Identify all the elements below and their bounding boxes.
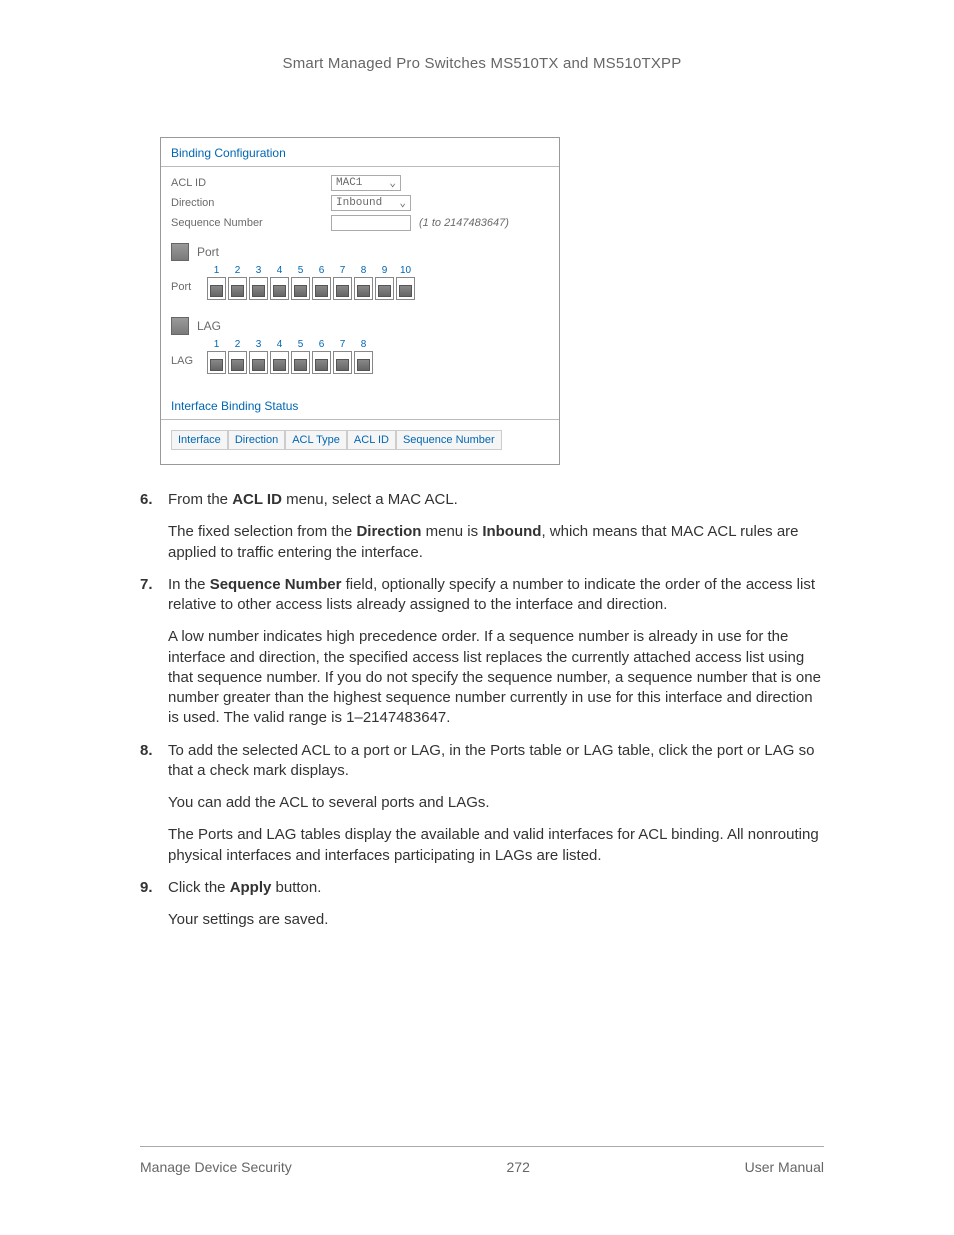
col-interface: Interface xyxy=(171,430,228,450)
status-title: Interface Binding Status xyxy=(161,391,559,417)
port-num: 5 xyxy=(290,265,311,276)
acl-id-select[interactable]: MAC1 ⌄ xyxy=(331,175,401,191)
seq-label: Sequence Number xyxy=(171,217,331,229)
step-9: 9. Click the Apply button. Your settings… xyxy=(140,878,824,931)
port-checkbox[interactable] xyxy=(270,277,289,300)
port-num: 3 xyxy=(248,265,269,276)
text: A low number indicates high precedence o… xyxy=(168,627,824,728)
lag-group-label: LAG xyxy=(197,319,221,333)
footer-page-number: 272 xyxy=(507,1159,530,1175)
acl-id-value: MAC1 xyxy=(336,177,362,189)
text-bold: Sequence Number xyxy=(210,576,342,593)
lag-group-header: LAG xyxy=(161,307,559,337)
port-checkbox[interactable] xyxy=(228,277,247,300)
port-checkbox[interactable] xyxy=(333,277,352,300)
text: From the xyxy=(168,491,232,508)
port-num: 1 xyxy=(206,265,227,276)
fig-title: Binding Configuration xyxy=(161,138,559,164)
port-checkbox[interactable] xyxy=(375,277,394,300)
text-bold: Apply xyxy=(230,879,272,896)
direction-select[interactable]: Inbound ⌄ xyxy=(331,195,411,211)
port-checkbox[interactable] xyxy=(291,277,310,300)
lag-num: 4 xyxy=(269,339,290,350)
lag-row-label: LAG xyxy=(171,350,206,367)
lag-num: 8 xyxy=(353,339,374,350)
text: The fixed selection from the xyxy=(168,523,356,540)
lag-checkbox[interactable] xyxy=(291,351,310,374)
step-number: 9. xyxy=(140,878,168,931)
step-number: 8. xyxy=(140,741,168,866)
instruction-steps: 6. From the ACL ID menu, select a MAC AC… xyxy=(140,490,824,930)
port-checkbox[interactable] xyxy=(249,277,268,300)
lag-num: 6 xyxy=(311,339,332,350)
seq-input[interactable] xyxy=(331,215,411,231)
port-num: 7 xyxy=(332,265,353,276)
step-number: 7. xyxy=(140,575,168,729)
lag-num: 2 xyxy=(227,339,248,350)
col-acltype: ACL Type xyxy=(285,430,347,450)
footer-left: Manage Device Security xyxy=(140,1159,292,1175)
text: The Ports and LAG tables display the ava… xyxy=(168,825,824,866)
port-checkbox[interactable] xyxy=(354,277,373,300)
text: menu, select a MAC ACL. xyxy=(282,491,458,508)
lag-num: 1 xyxy=(206,339,227,350)
port-numbers: 1 2 3 4 5 6 7 8 9 10 xyxy=(206,265,549,276)
lag-checkbox[interactable] xyxy=(207,351,226,374)
text: Your settings are saved. xyxy=(168,910,824,930)
port-num: 10 xyxy=(395,265,416,276)
port-num: 2 xyxy=(227,265,248,276)
port-group-header: Port xyxy=(161,233,559,263)
port-num: 9 xyxy=(374,265,395,276)
chevron-down-icon: ⌄ xyxy=(399,196,406,210)
port-num: 6 xyxy=(311,265,332,276)
divider xyxy=(161,166,559,167)
lag-numbers: 1 2 3 4 5 6 7 8 xyxy=(206,339,549,350)
status-table-header: Interface Direction ACL Type ACL ID Sequ… xyxy=(161,426,559,454)
col-seq: Sequence Number xyxy=(396,430,502,450)
lag-num: 7 xyxy=(332,339,353,350)
port-group-label: Port xyxy=(197,245,219,259)
text-bold: Inbound xyxy=(482,523,541,540)
lag-checkbox[interactable] xyxy=(270,351,289,374)
text: To add the selected ACL to a port or LAG… xyxy=(168,741,824,782)
col-direction: Direction xyxy=(228,430,285,450)
direction-label: Direction xyxy=(171,197,331,209)
lag-num: 5 xyxy=(290,339,311,350)
port-checkbox[interactable] xyxy=(396,277,415,300)
lag-checkbox[interactable] xyxy=(228,351,247,374)
step-number: 6. xyxy=(140,490,168,563)
text: button. xyxy=(271,879,321,896)
lag-checkbox[interactable] xyxy=(312,351,331,374)
lag-checkbox[interactable] xyxy=(333,351,352,374)
group-icon xyxy=(171,317,189,335)
step-6: 6. From the ACL ID menu, select a MAC AC… xyxy=(140,490,824,563)
step-8: 8. To add the selected ACL to a port or … xyxy=(140,741,824,866)
text-bold: Direction xyxy=(356,523,421,540)
text: Click the xyxy=(168,879,230,896)
port-num: 4 xyxy=(269,265,290,276)
port-row-label: Port xyxy=(171,276,206,293)
lag-num: 3 xyxy=(248,339,269,350)
footer-right: User Manual xyxy=(745,1159,824,1175)
page-header: Smart Managed Pro Switches MS510TX and M… xyxy=(140,55,824,72)
seq-range: (1 to 2147483647) xyxy=(419,217,509,229)
text: You can add the ACL to several ports and… xyxy=(168,793,824,813)
chevron-down-icon: ⌄ xyxy=(389,176,396,190)
group-icon xyxy=(171,243,189,261)
port-checkbox[interactable] xyxy=(312,277,331,300)
direction-value: Inbound xyxy=(336,197,382,209)
text: In the xyxy=(168,576,210,593)
acl-id-label: ACL ID xyxy=(171,177,331,189)
port-num: 8 xyxy=(353,265,374,276)
text: menu is xyxy=(421,523,482,540)
binding-config-figure: Binding Configuration ACL ID MAC1 ⌄ Dire… xyxy=(160,137,560,465)
step-7: 7. In the Sequence Number field, optiona… xyxy=(140,575,824,729)
col-aclid: ACL ID xyxy=(347,430,396,450)
port-checkbox[interactable] xyxy=(207,277,226,300)
divider xyxy=(161,419,559,420)
text-bold: ACL ID xyxy=(232,491,282,508)
page-footer: Manage Device Security 272 User Manual xyxy=(140,1146,824,1175)
lag-checkbox[interactable] xyxy=(249,351,268,374)
lag-checkbox[interactable] xyxy=(354,351,373,374)
